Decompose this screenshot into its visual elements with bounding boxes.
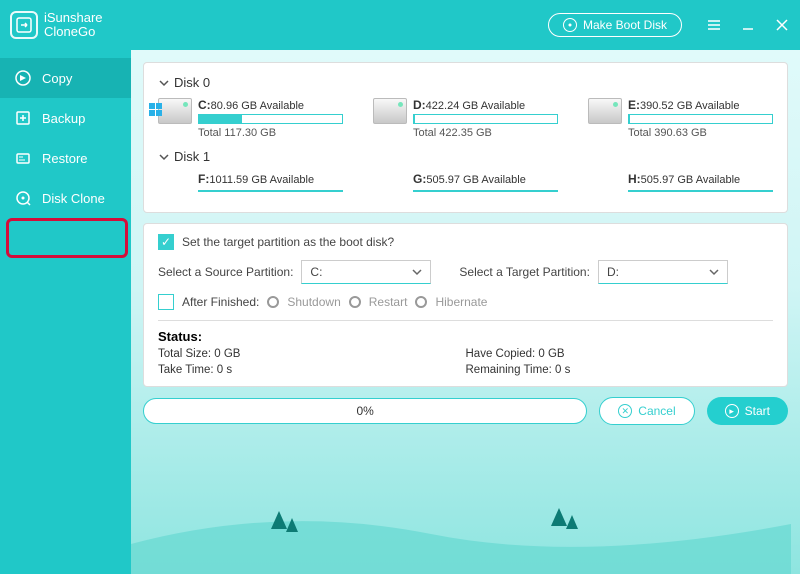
windows-icon [149, 103, 163, 117]
partition-e[interactable]: E:390.52 GB Available Total 390.63 GB [588, 98, 773, 139]
highlight-annotation [6, 218, 128, 258]
progress-bar: 0% [143, 398, 587, 424]
disk1-header[interactable]: Disk 1 [158, 149, 773, 164]
partition-g[interactable]: G:505.97 GB Available [373, 172, 558, 192]
after-finished-checkbox[interactable] [158, 294, 174, 310]
status-copied: Have Copied: 0 GB [466, 348, 774, 360]
minimize-button[interactable] [740, 17, 756, 33]
sidebar-item-copy[interactable]: Copy [0, 58, 131, 98]
cancel-icon: ✕ [618, 404, 632, 418]
status-title: Status: [158, 329, 773, 344]
menu-button[interactable] [706, 17, 722, 33]
target-partition-select[interactable]: D: [598, 260, 728, 284]
partition-d[interactable]: D:422.24 GB Available Total 422.35 GB [373, 98, 558, 139]
drive-icon [588, 98, 622, 124]
close-icon [775, 18, 789, 32]
partition-total: Total 422.35 GB [413, 127, 558, 139]
status-take-time: Take Time: 0 s [158, 364, 466, 376]
minimize-icon [741, 18, 755, 32]
source-partition-label: Select a Source Partition: [158, 265, 293, 279]
chevron-down-icon [412, 267, 422, 277]
restart-label: Restart [369, 295, 408, 309]
sidebar-item-disk-clone[interactable]: Disk Clone [0, 178, 131, 218]
play-icon: ▸ [725, 404, 739, 418]
cancel-button[interactable]: ✕ Cancel [599, 397, 694, 425]
copy-icon [14, 69, 32, 87]
chevron-down-icon [158, 77, 170, 89]
partition-c[interactable]: C:80.96 GB Available Total 117.30 GB [158, 98, 343, 139]
sidebar-item-label: Backup [42, 111, 85, 126]
chevron-down-icon [709, 267, 719, 277]
disks-panel: Disk 0 C:80.96 GB Available [143, 62, 788, 213]
options-panel: ✓ Set the target partition as the boot d… [143, 223, 788, 387]
target-partition-label: Select a Target Partition: [459, 265, 590, 279]
hibernate-radio[interactable] [415, 296, 427, 308]
after-finished-label: After Finished: [182, 295, 259, 309]
start-button[interactable]: ▸ Start [707, 397, 788, 425]
sidebar-item-label: Restore [42, 151, 88, 166]
disk0-header[interactable]: Disk 0 [158, 75, 773, 90]
partition-f[interactable]: F:1011.59 GB Available [158, 172, 343, 192]
sidebar: Copy Backup Restore Disk Clone [0, 50, 131, 574]
drive-icon [158, 98, 192, 124]
logo-icon [10, 11, 38, 39]
sidebar-item-label: Copy [42, 71, 72, 86]
app-logo: iSunshare CloneGo [10, 11, 103, 39]
chevron-down-icon [158, 151, 170, 163]
hamburger-icon [707, 18, 721, 32]
restore-icon [14, 149, 32, 167]
boot-disk-checkbox[interactable]: ✓ [158, 234, 174, 250]
backup-icon [14, 109, 32, 127]
status-total-size: Total Size: 0 GB [158, 348, 466, 360]
app-title: iSunshare CloneGo [44, 11, 103, 39]
disk-clone-icon [14, 189, 32, 207]
shutdown-radio[interactable] [267, 296, 279, 308]
sidebar-item-backup[interactable]: Backup [0, 98, 131, 138]
sidebar-item-label: Disk Clone [42, 191, 105, 206]
sidebar-item-restore[interactable]: Restore [0, 138, 131, 178]
shutdown-label: Shutdown [287, 295, 340, 309]
close-button[interactable] [774, 17, 790, 33]
background-illustration [131, 454, 791, 574]
restart-radio[interactable] [349, 296, 361, 308]
partition-h[interactable]: H:505.97 GB Available [588, 172, 773, 192]
status-remaining: Remaining Time: 0 s [466, 364, 774, 376]
make-boot-disk-button[interactable]: Make Boot Disk [548, 13, 682, 37]
source-partition-select[interactable]: C: [301, 260, 431, 284]
boot-disk-label: Set the target partition as the boot dis… [182, 235, 394, 249]
hibernate-label: Hibernate [435, 295, 487, 309]
partition-total: Total 390.63 GB [628, 127, 773, 139]
disk-icon [563, 18, 577, 32]
partition-total: Total 117.30 GB [198, 127, 343, 139]
drive-icon [373, 98, 407, 124]
